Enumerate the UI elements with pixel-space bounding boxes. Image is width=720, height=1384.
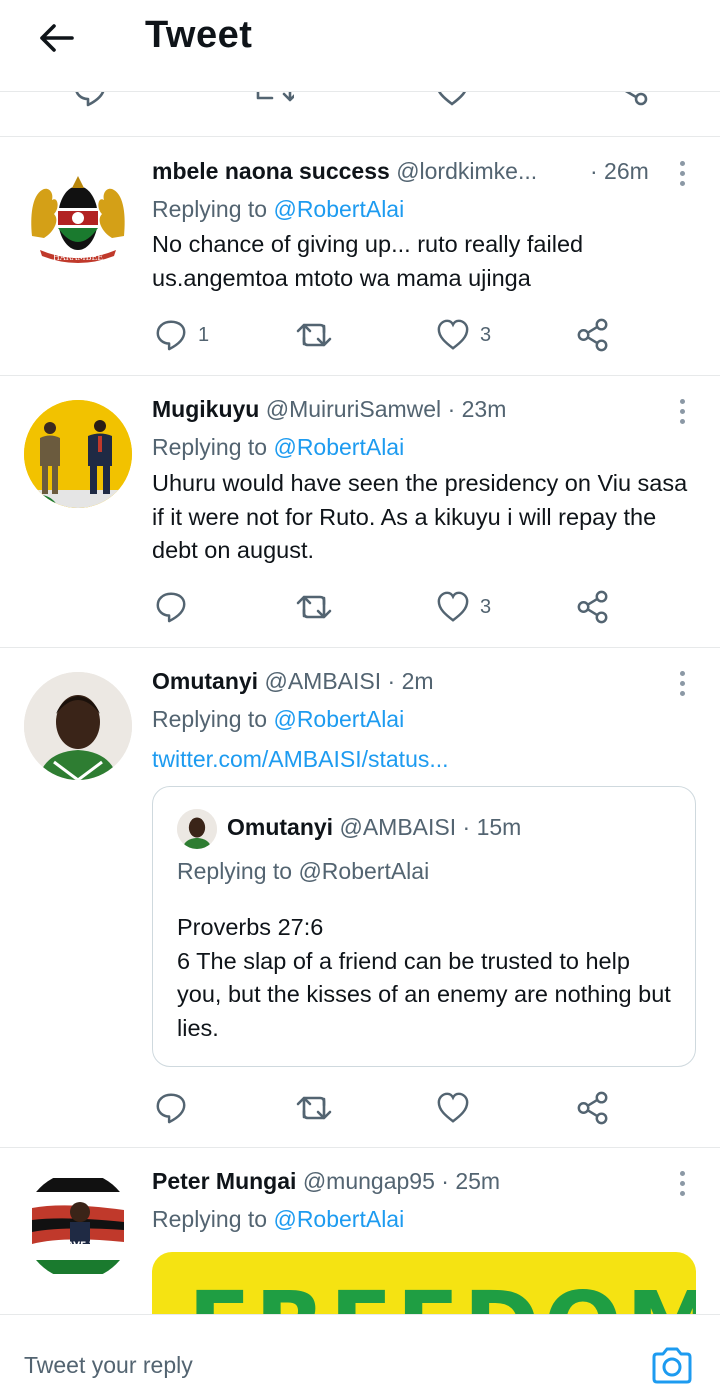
profile-photo (24, 400, 132, 508)
tweet-text: No chance of giving up... ruto really fa… (152, 231, 584, 291)
like-count: 3 (480, 323, 492, 346)
heart-icon (437, 319, 469, 350)
previous-tweet-actions (0, 92, 720, 137)
camera-button[interactable] (650, 1345, 694, 1384)
share-button[interactable] (576, 313, 610, 357)
arrow-left-icon (40, 24, 74, 52)
svg-text:HARAMBEE: HARAMBEE (53, 253, 103, 262)
replying-to: Replying to @RobertAlai (152, 196, 404, 223)
speech-bubble-icon (156, 320, 186, 351)
page-title: Tweet (145, 14, 253, 56)
coat-of-arms-image: HARAMBEE (31, 176, 125, 263)
handle[interactable]: @lordkimke... (396, 158, 537, 184)
camera-icon (652, 1347, 692, 1384)
reply-button[interactable]: 1 (154, 313, 209, 357)
retweet-icon[interactable] (254, 92, 294, 108)
tweet-header: mbele naona success @lordkimke... (152, 158, 537, 185)
share-icon[interactable] (612, 92, 652, 108)
reply-input[interactable]: Tweet your reply (24, 1352, 193, 1379)
heart-icon[interactable] (434, 92, 470, 108)
share-icon (577, 318, 608, 352)
avatar[interactable] (24, 400, 132, 508)
reply-tweet[interactable] (0, 376, 720, 648)
more-options-button[interactable] (672, 158, 692, 188)
retweet-button[interactable] (294, 313, 334, 357)
top-bar: Tweet (0, 0, 720, 92)
back-button[interactable] (32, 16, 80, 60)
reply-count: 1 (198, 323, 210, 346)
reply-composer: Tweet your reply (0, 1314, 720, 1384)
replying-prefix: Replying to (152, 196, 268, 222)
timestamp: · 26m (590, 158, 649, 184)
speech-bubble-icon[interactable] (72, 92, 108, 108)
more-vertical-icon (679, 160, 685, 166)
like-button[interactable]: 3 (436, 313, 491, 357)
display-name[interactable]: mbele naona success (152, 158, 390, 184)
tweet-actions: 1 3 (152, 313, 632, 357)
mention-link[interactable]: @RobertAlai (273, 196, 404, 222)
retweet-icon (296, 323, 332, 347)
avatar[interactable]: HARAMBEE (24, 166, 132, 274)
reply-tweet[interactable]: HARAMBEE mbele naona success @lordkimke.… (0, 138, 720, 376)
reply-feed[interactable]: HARAMBEE mbele naona success @lordkimke.… (0, 92, 720, 1314)
